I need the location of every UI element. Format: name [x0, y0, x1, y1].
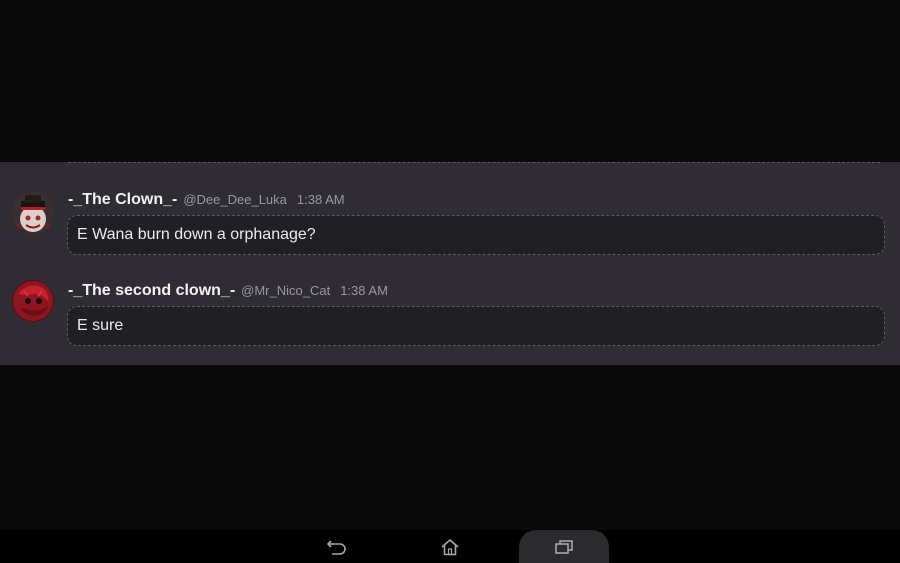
red-avatar-icon[interactable]	[12, 280, 54, 322]
username[interactable]: -_The Clown_-	[68, 191, 177, 209]
user-handle: @Dee_Dee_Luka	[183, 192, 287, 207]
navigation-bar	[0, 530, 900, 563]
timestamp: 1:38 AM	[296, 192, 345, 207]
back-arrow-icon[interactable]	[322, 530, 352, 563]
message-header: -_The Clown_- @Dee_Dee_Luka 1:38 AM	[68, 191, 345, 209]
chat-panel: -_The Clown_- @Dee_Dee_Luka 1:38 AM E Wa…	[0, 162, 900, 365]
message-bubble[interactable]: E sure	[67, 306, 885, 346]
user-handle: @Mr_Nico_Cat	[241, 283, 331, 298]
divider	[68, 162, 880, 163]
clown-avatar-icon[interactable]	[12, 192, 54, 234]
username[interactable]: -_The second clown_-	[68, 282, 235, 300]
home-icon[interactable]	[435, 530, 465, 563]
recent-apps-icon[interactable]	[549, 530, 579, 563]
screen: -_The Clown_- @Dee_Dee_Luka 1:38 AM E Wa…	[0, 0, 900, 563]
message-bubble[interactable]: E Wana burn down a orphanage?	[67, 215, 885, 255]
timestamp: 1:38 AM	[340, 283, 388, 298]
message-header: -_The second clown_- @Mr_Nico_Cat 1:38 A…	[68, 282, 388, 300]
